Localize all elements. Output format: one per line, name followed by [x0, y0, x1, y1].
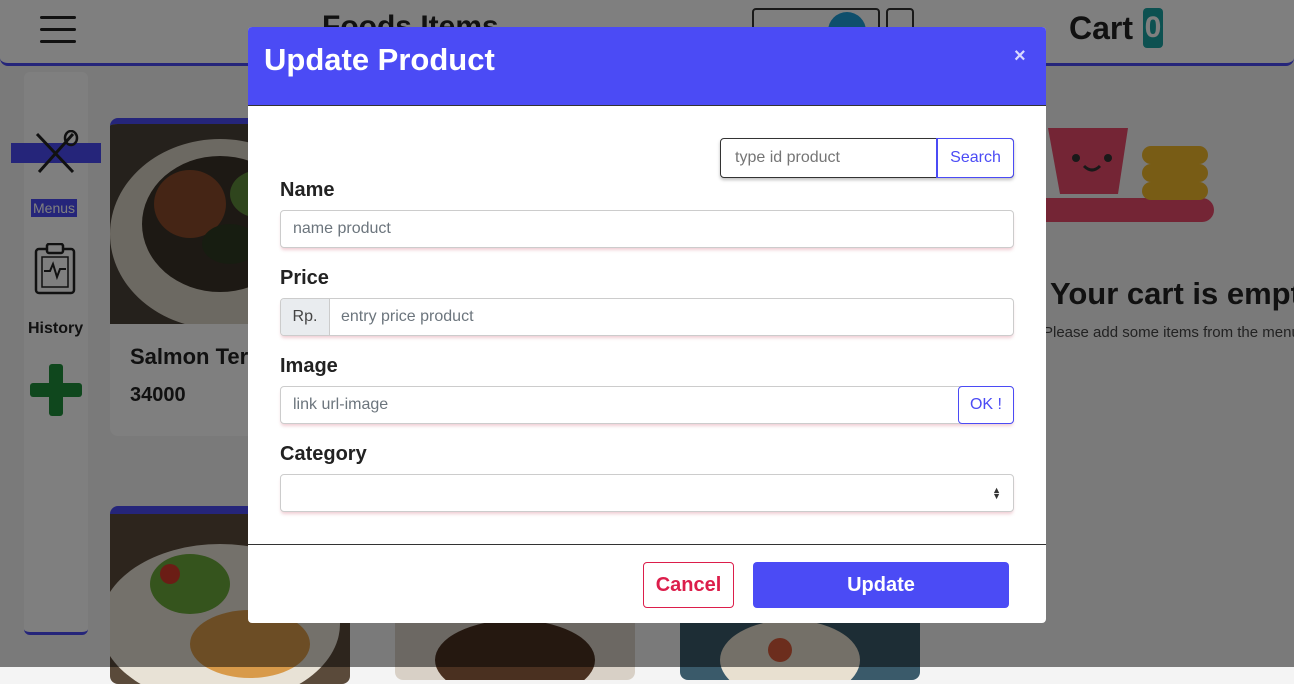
search-button[interactable]: Search: [936, 138, 1014, 178]
price-field: Rp.: [280, 298, 1014, 336]
name-label: Name: [280, 179, 335, 201]
category-select[interactable]: ▲ ▼: [280, 474, 1014, 512]
modal-title: Update Product: [264, 42, 495, 77]
price-input[interactable]: [329, 299, 1013, 335]
select-arrows-icon: ▲ ▼: [992, 485, 1001, 501]
ok-button[interactable]: OK !: [958, 386, 1014, 424]
cancel-button[interactable]: Cancel: [643, 562, 734, 608]
image-field: OK !: [280, 386, 1014, 424]
image-url-input[interactable]: [281, 387, 959, 423]
product-id-input[interactable]: [721, 139, 937, 177]
image-label: Image: [280, 355, 338, 377]
update-button[interactable]: Update: [753, 562, 1009, 608]
category-label: Category: [280, 443, 367, 465]
name-field: [280, 210, 1014, 248]
update-product-modal: Update Product × Search Name Price Rp. I…: [248, 27, 1046, 623]
close-icon[interactable]: ×: [1014, 45, 1026, 68]
modal-header: Update Product ×: [248, 27, 1046, 106]
modal-footer: Cancel Update: [248, 544, 1046, 623]
currency-prefix: Rp.: [281, 299, 330, 335]
product-id-search-group: Search: [720, 138, 1014, 178]
price-label: Price: [280, 267, 329, 289]
name-input[interactable]: [281, 211, 1013, 247]
